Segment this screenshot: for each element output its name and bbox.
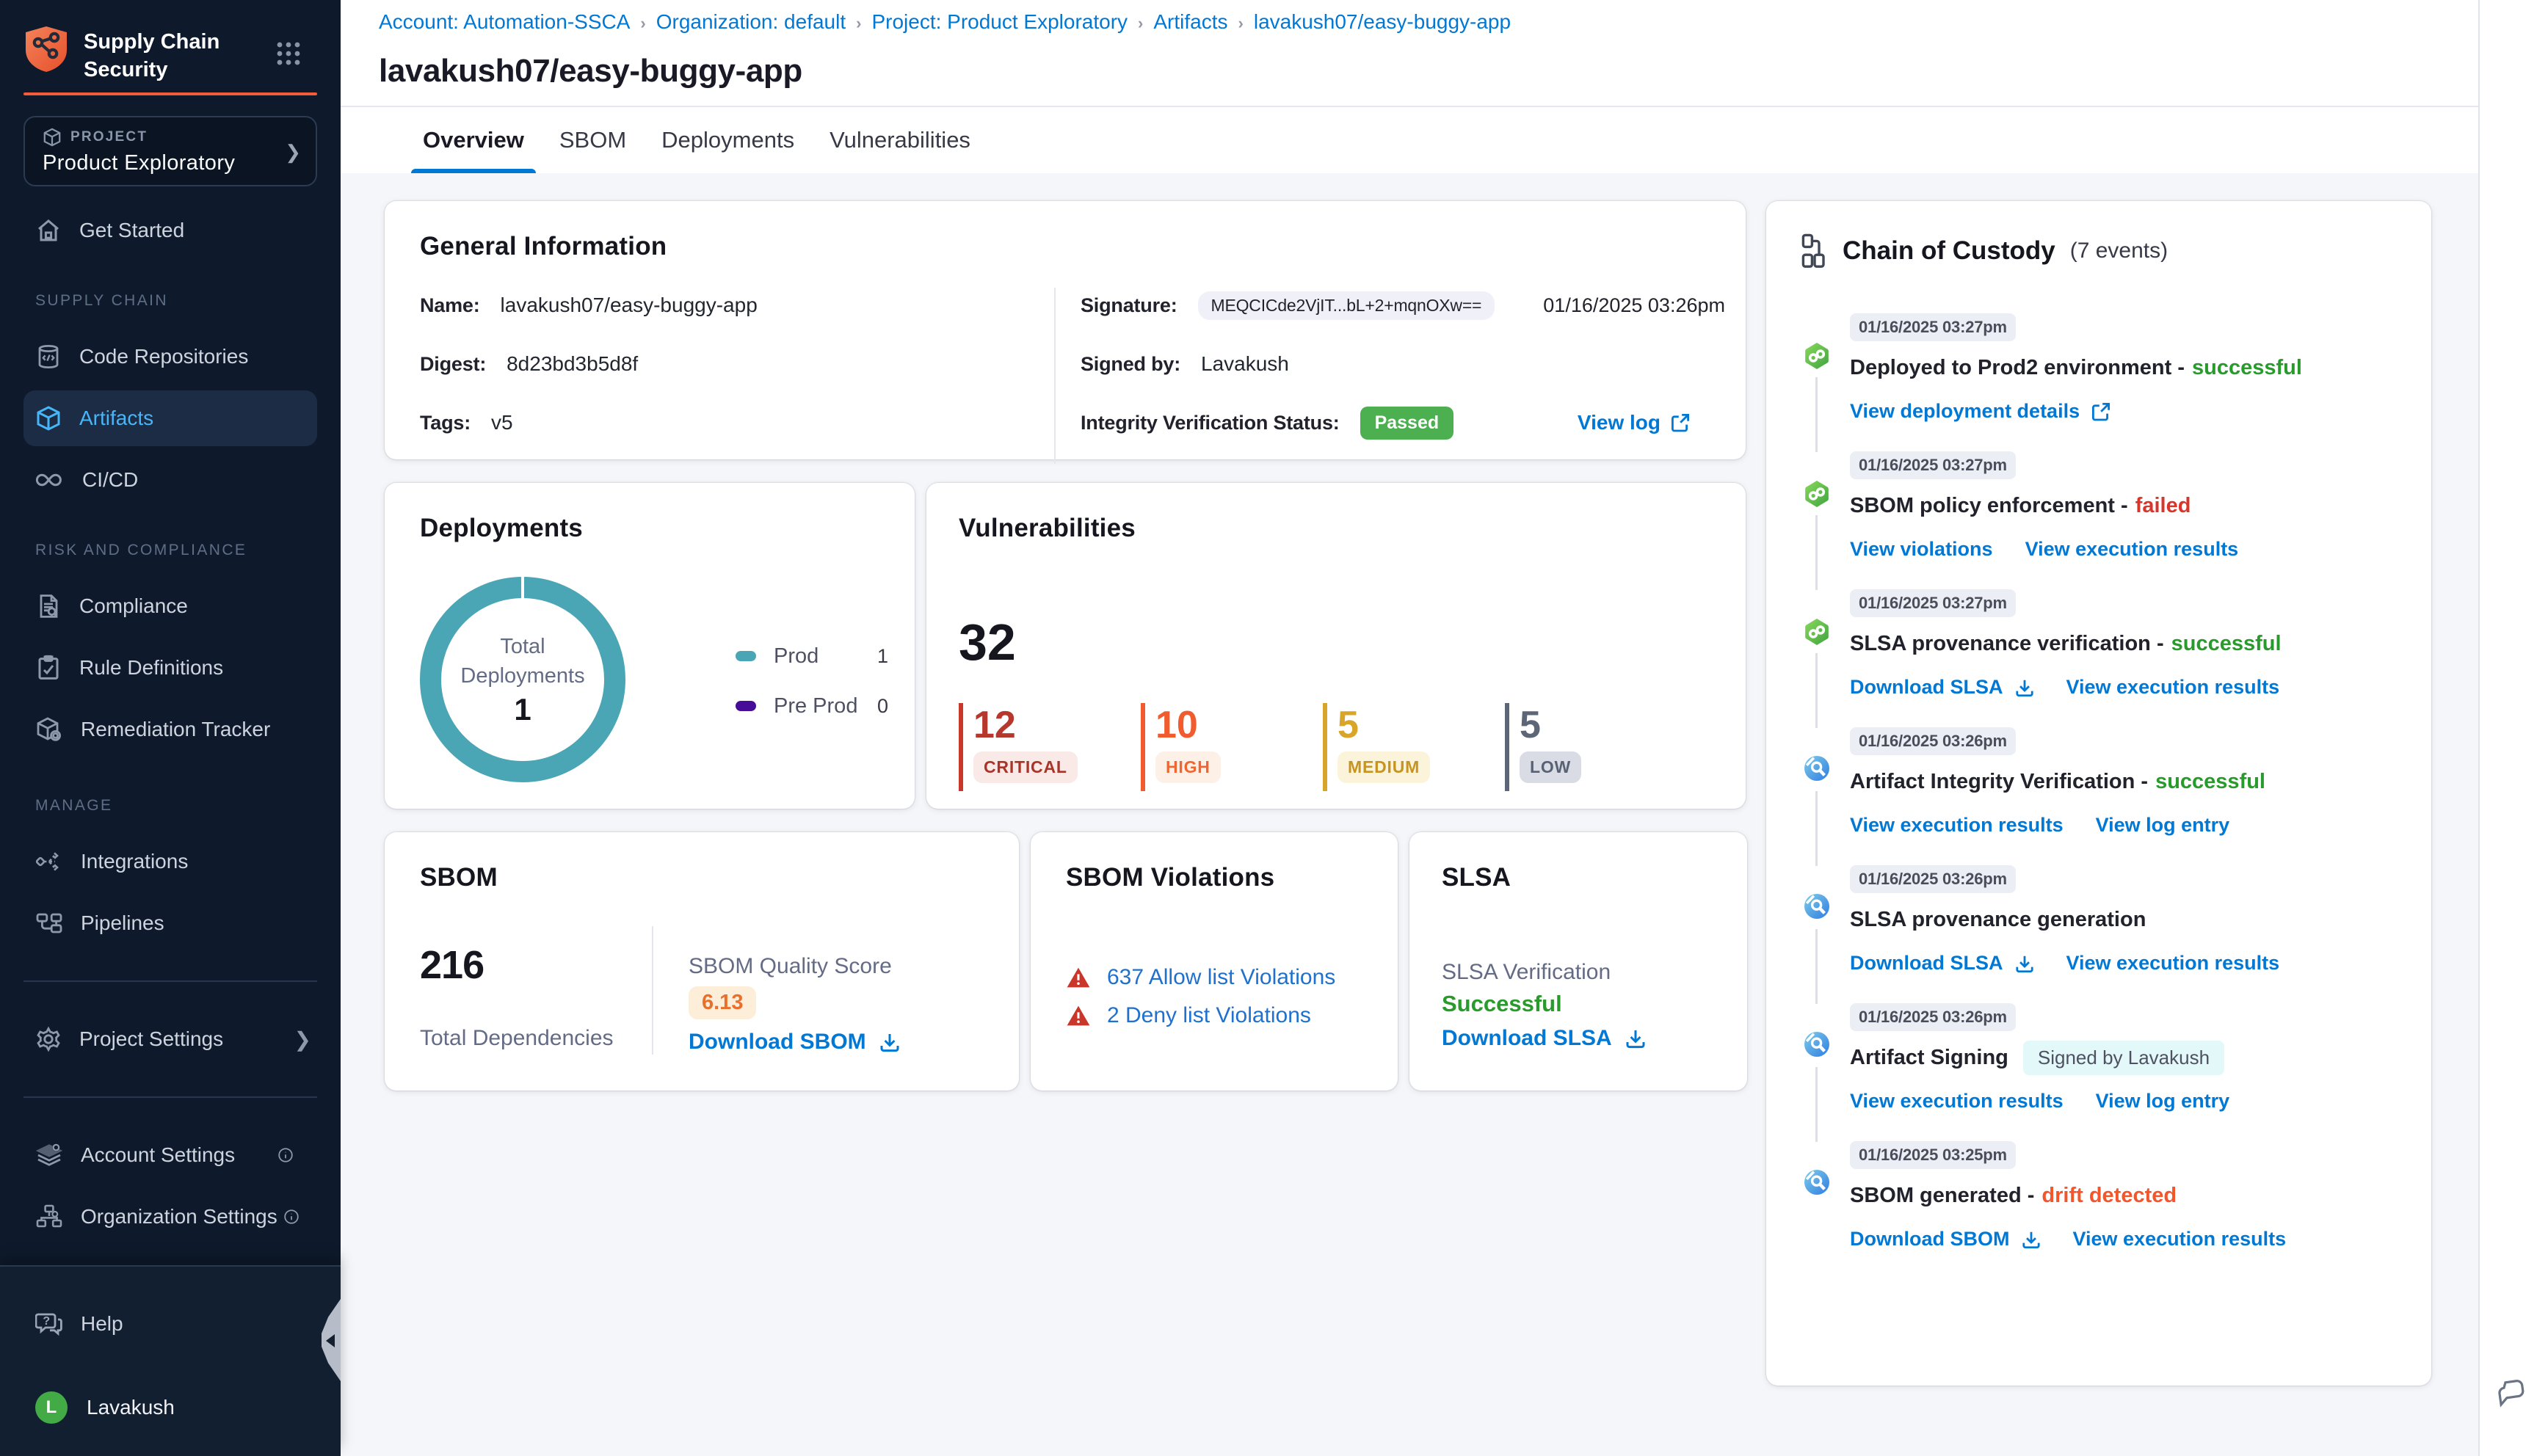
svg-text:?: ? xyxy=(43,1315,50,1328)
